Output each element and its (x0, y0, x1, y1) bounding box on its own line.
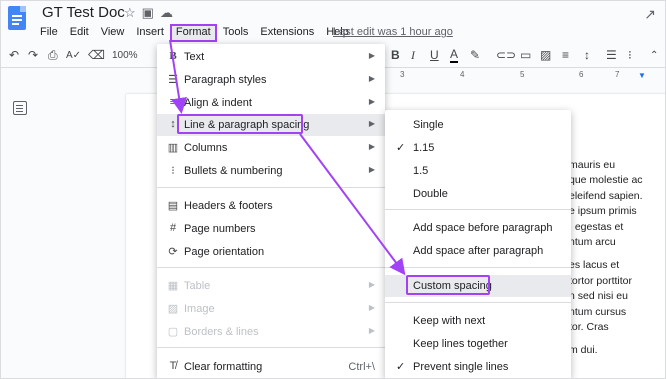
spacing-single[interactable]: Single (385, 114, 571, 136)
checklist-icon[interactable]: ☰ (606, 48, 617, 62)
align-icon[interactable]: ≡ (562, 48, 569, 62)
insert-image-icon[interactable]: ▨ (540, 48, 551, 62)
chevron-right-icon: ▶ (368, 303, 375, 312)
redo-icon[interactable]: ↷ (28, 48, 38, 62)
format-menu: B Text ▶ ☰ Paragraph styles ▶ ≡ Align & … (157, 44, 385, 379)
menu-file[interactable]: File (34, 24, 64, 42)
menu-divider (385, 302, 571, 303)
italic-icon[interactable]: I (411, 48, 415, 63)
page-orientation-icon: ⟳ (168, 246, 178, 258)
add-space-after[interactable]: Add space after paragraph (385, 240, 571, 262)
menu-format[interactable]: Format (169, 24, 217, 42)
menu-item-paragraph-styles[interactable]: ☰ Paragraph styles ▶ (157, 69, 385, 91)
chevron-right-icon: ▶ (368, 142, 375, 151)
bold-icon[interactable]: B (391, 48, 400, 62)
chevron-up-icon[interactable]: ⌃ (650, 50, 658, 61)
checkmark-icon: ✓ (396, 142, 406, 154)
menu-extensions[interactable]: Extensions (254, 24, 320, 42)
hash-icon: # (169, 222, 177, 234)
text-format-icon: B (169, 50, 177, 62)
highlight-box-line-spacing (177, 114, 303, 134)
menu-item-clear-formatting[interactable]: T̸ Clear formatting Ctrl+\ (157, 356, 385, 378)
line-spacing-icon[interactable]: ↕ (584, 48, 590, 62)
chevron-right-icon: ▶ (368, 51, 375, 60)
activity-dashboard-icon[interactable]: ↗ (644, 6, 656, 23)
bulleted-list-icon[interactable]: ⁝ (628, 48, 632, 62)
menu-divider (157, 187, 385, 188)
menu-divider (157, 267, 385, 268)
menu-item-page-orientation[interactable]: ⟳ Page orientation (157, 241, 385, 263)
columns-icon: ▥ (167, 142, 179, 154)
menu-insert[interactable]: Insert (130, 24, 170, 42)
menu-tools[interactable]: Tools (217, 24, 255, 42)
header-footer-icon: ▤ (167, 200, 179, 212)
last-edit-link[interactable]: Last edit was 1 hour ago (333, 26, 453, 38)
checkmark-icon: ✓ (396, 361, 406, 373)
document-text: mauris eu que molestie ac eleifend sapie… (569, 159, 643, 357)
paragraph-styles-icon: ☰ (168, 74, 178, 86)
spellcheck-icon[interactable]: A✓ (66, 50, 81, 61)
menu-edit[interactable]: Edit (64, 24, 95, 42)
chevron-right-icon: ▶ (368, 165, 375, 174)
ruler-tick: 3 (400, 70, 405, 79)
document-outline-icon[interactable] (13, 101, 27, 115)
print-icon[interactable]: ⎙ (48, 48, 58, 63)
shortcut-label: Ctrl+\ (348, 361, 375, 373)
add-space-before[interactable]: Add space before paragraph (385, 217, 571, 239)
keep-with-next[interactable]: Keep with next (385, 310, 571, 332)
chevron-right-icon: ▶ (368, 74, 375, 83)
menu-view[interactable]: View (95, 24, 131, 42)
align-icon: ≡ (169, 96, 177, 108)
line-spacing-submenu: Single ✓ 1.15 1.5 Double Add space befor… (385, 110, 571, 379)
paint-format-icon[interactable]: ⌫ (88, 48, 105, 62)
table-icon: ▦ (167, 280, 179, 292)
menu-divider (385, 267, 571, 268)
indent-marker-icon[interactable]: ▼ (638, 71, 646, 80)
menu-item-align-indent[interactable]: ≡ Align & indent ▶ (157, 92, 385, 114)
highlight-color-icon[interactable]: ✎ (470, 48, 480, 62)
ruler-tick: 4 (460, 70, 465, 79)
docs-logo-icon[interactable] (8, 6, 26, 30)
menu-divider (157, 347, 385, 348)
menu-item-table: ▦ Table ▶ (167, 280, 375, 292)
menu-divider (385, 209, 571, 210)
underline-icon[interactable]: U (430, 48, 439, 62)
chevron-right-icon: ▶ (368, 119, 375, 128)
ruler-tick: 6 (579, 70, 584, 79)
spacing-1-15[interactable]: ✓ 1.15 (385, 137, 571, 159)
chevron-right-icon: ▶ (368, 280, 375, 289)
clear-formatting-icon: T̸ (169, 360, 177, 372)
ruler-tick: 5 (520, 70, 525, 79)
menu-item-columns[interactable]: ▥ Columns ▶ (157, 137, 385, 159)
prevent-single-lines[interactable]: ✓ Prevent single lines (385, 356, 571, 378)
text-color-icon[interactable]: A (450, 48, 459, 63)
menu-bar: File Edit View Insert Format Tools Exten… (34, 24, 355, 42)
menu-item-headers-footers[interactable]: ▤ Headers & footers (157, 195, 385, 217)
insert-link-icon[interactable]: ⊂⊃ (496, 48, 516, 62)
menu-item-page-numbers[interactable]: # Page numbers (157, 218, 385, 240)
move-folder-icon[interactable]: ▣ (142, 5, 160, 20)
spacing-1-5[interactable]: 1.5 (385, 160, 571, 182)
highlight-box-custom-spacing (406, 275, 490, 295)
image-icon: ▨ (167, 303, 179, 315)
spacing-double[interactable]: Double (385, 183, 571, 205)
menu-item-text[interactable]: B Text ▶ (157, 46, 385, 68)
star-icon[interactable]: ☆ (124, 5, 142, 20)
add-comment-icon[interactable]: ▭ (520, 48, 531, 62)
chevron-right-icon: ▶ (368, 97, 375, 106)
zoom-select[interactable]: 100% (112, 50, 138, 61)
borders-icon: ▢ (167, 326, 179, 338)
ruler-tick: 7 (615, 70, 620, 79)
undo-icon[interactable]: ↶ (9, 48, 19, 62)
bulleted-list-icon: ⁝ (171, 165, 175, 177)
chevron-right-icon: ▶ (368, 326, 375, 335)
menu-item-image: ▨ Image ▶ (167, 303, 375, 315)
cloud-status-icon[interactable]: ☁ (160, 5, 179, 20)
menu-item-borders-lines: ▢ Borders & lines ▶ (167, 326, 375, 338)
document-title[interactable]: GT Test Doc (42, 4, 125, 21)
keep-lines-together[interactable]: Keep lines together (385, 333, 571, 355)
menu-item-bullets[interactable]: ⁝ Bullets & numbering ▶ (157, 160, 385, 182)
